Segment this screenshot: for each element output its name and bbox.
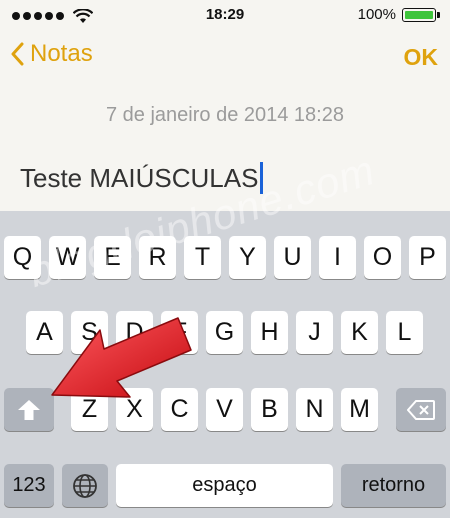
note-text-area[interactable]: Teste MAIÚSCULAS	[20, 162, 264, 194]
note-date: 7 de janeiro de 2014 18:28	[106, 104, 344, 126]
key-l[interactable]: L	[386, 311, 423, 354]
key-c[interactable]: C	[161, 388, 198, 431]
key-s[interactable]: S	[71, 311, 108, 354]
key-f[interactable]: F	[161, 311, 198, 354]
key-a[interactable]: A	[26, 311, 63, 354]
key-j[interactable]: J	[296, 311, 333, 354]
space-key[interactable]: espaço	[116, 464, 333, 507]
key-x[interactable]: X	[116, 388, 153, 431]
battery-tip	[437, 11, 440, 18]
shift-arrow-icon	[18, 399, 40, 420]
key-e[interactable]: E	[94, 236, 131, 279]
key-r[interactable]: R	[139, 236, 176, 279]
delete-key[interactable]	[396, 388, 446, 431]
key-z[interactable]: Z	[71, 388, 108, 431]
battery-indicator: 100%	[358, 6, 440, 23]
back-button-label: Notas	[30, 40, 93, 67]
chevron-left-icon	[11, 42, 24, 66]
battery-icon	[402, 7, 436, 22]
key-d[interactable]: D	[116, 311, 153, 354]
globe-key[interactable]	[62, 464, 108, 507]
key-u[interactable]: U	[274, 236, 311, 279]
key-w[interactable]: W	[49, 236, 86, 279]
key-p[interactable]: P	[409, 236, 446, 279]
ok-button[interactable]: OK	[404, 44, 439, 71]
key-y[interactable]: Y	[229, 236, 266, 279]
key-k[interactable]: K	[341, 311, 378, 354]
return-key[interactable]: retorno	[341, 464, 446, 507]
globe-icon	[73, 473, 97, 498]
numbers-key[interactable]: 123	[4, 464, 54, 507]
shift-key[interactable]	[4, 388, 54, 431]
note-text: Teste MAIÚSCULAS	[20, 162, 259, 193]
key-i[interactable]: I	[319, 236, 356, 279]
navigation-bar: Notas OK	[0, 30, 450, 86]
text-caret	[260, 162, 264, 194]
key-v[interactable]: V	[206, 388, 243, 431]
back-button[interactable]: Notas	[10, 40, 93, 68]
keyboard: Q W E R T Y U I O P A S D F G H J K L Z …	[0, 211, 450, 518]
key-t[interactable]: T	[184, 236, 221, 279]
key-m[interactable]: M	[341, 388, 378, 431]
key-o[interactable]: O	[364, 236, 401, 279]
status-bar: 18:29 100%	[0, 0, 450, 30]
backspace-icon	[407, 399, 435, 420]
key-h[interactable]: H	[251, 311, 288, 354]
battery-percent: 100%	[357, 6, 396, 23]
key-n[interactable]: N	[296, 388, 333, 431]
key-b[interactable]: B	[251, 388, 288, 431]
key-g[interactable]: G	[206, 311, 243, 354]
key-q[interactable]: Q	[4, 236, 41, 279]
